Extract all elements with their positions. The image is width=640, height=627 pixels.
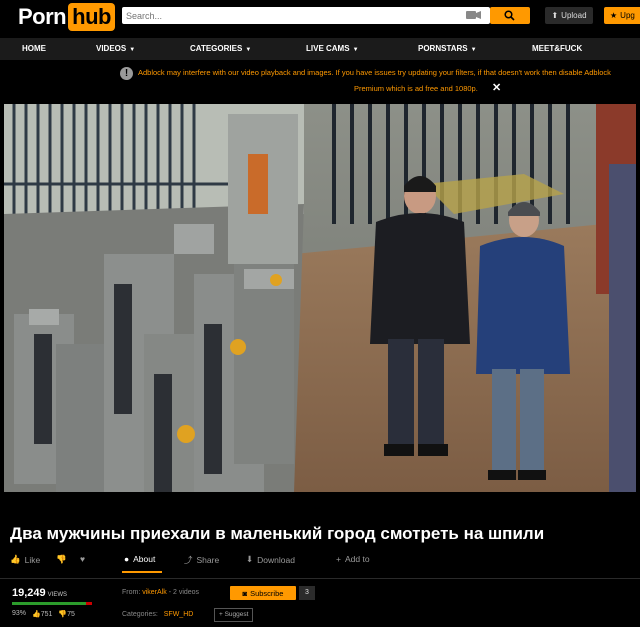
caret-down-icon: ▼ <box>470 47 477 53</box>
nav-label: VIDEOS <box>96 44 127 53</box>
video-actions-bar: 👍 Like 👎 ♥ ● About ⤴ Share ⬇ Download + … <box>0 550 640 572</box>
dislike-button[interactable]: 👎 <box>56 554 67 565</box>
dislikes-count: 75 <box>67 611 75 618</box>
nav-item-meet[interactable]: MEET&FUCK <box>532 38 582 60</box>
logo-text-hub: hub <box>68 3 115 31</box>
camera-icon[interactable] <box>466 10 482 20</box>
likes-count-wrap: 👍751 <box>32 610 52 618</box>
star-icon: ★ <box>610 11 618 20</box>
uploader-info: From: vikerAlk - 2 videos <box>122 589 199 596</box>
download-icon: ⬇ <box>246 554 254 564</box>
main-nav: HOME VIDEOS ▼ CATEGORIES ▼ LIVE CAMS ▼ PORN… <box>0 38 640 60</box>
nav-item-live-cams[interactable]: LIVE CAMS ▼ <box>306 38 359 60</box>
download-label: Download <box>257 554 295 565</box>
upgrade-button[interactable]: ★ Upg <box>604 7 640 24</box>
heart-icon: ♥ <box>80 554 86 564</box>
subscribe-button[interactable]: ◙ Subscribe <box>230 586 296 600</box>
add-to-label: Add to <box>344 554 370 564</box>
nav-item-categories[interactable]: CATEGORIES ▼ <box>190 38 251 60</box>
add-to-button[interactable]: + Add to <box>336 554 370 564</box>
share-button[interactable]: ⤴ Share <box>184 554 219 566</box>
categories-label: Categories: <box>122 611 158 618</box>
categories-row: Categories: SFW_HD <box>122 611 193 618</box>
caret-down-icon: ▼ <box>245 47 252 53</box>
thumbs-down-icon: 👎 <box>56 554 67 564</box>
nav-item-videos[interactable]: VIDEOS ▼ <box>96 38 135 60</box>
logo-text-porn: Porn <box>18 4 67 29</box>
thumbs-up-icon: 👍 <box>10 554 21 564</box>
search-input[interactable] <box>126 9 426 22</box>
rating-stats: 93% 👍751 👎75 <box>12 610 75 618</box>
nav-label: HOME <box>22 44 46 53</box>
video-player[interactable] <box>4 104 636 492</box>
tab-about[interactable]: ● About <box>124 554 155 564</box>
rating-percent: 93% <box>12 610 27 617</box>
share-icon: ⤴ <box>184 555 193 565</box>
adblock-notice: ! Adblock may interfere with our video p… <box>0 62 640 100</box>
nav-label: PORNSTARS <box>418 44 468 53</box>
subscriber-count: 3 <box>299 586 315 600</box>
info-circle-icon: ● <box>124 554 130 564</box>
uploader-link[interactable]: vikerAlk <box>142 589 167 596</box>
video-title: Два мужчины приехали в маленький город с… <box>10 524 545 543</box>
nav-label: LIVE CAMS <box>306 44 350 53</box>
like-label: Like <box>24 554 41 565</box>
likes-count: 751 <box>40 611 53 618</box>
video-frame-image <box>4 104 636 492</box>
subscribe-label: Subscribe <box>250 588 284 598</box>
search-button[interactable] <box>490 7 530 24</box>
close-icon[interactable]: ✕ <box>492 81 501 94</box>
divider <box>0 578 640 579</box>
active-tab-indicator <box>122 571 162 573</box>
like-button[interactable]: 👍 Like <box>10 554 40 565</box>
thumbs-up-icon: 👍 <box>32 611 41 618</box>
dislikes-count-wrap: 👎75 <box>58 610 75 618</box>
video-count: - 2 videos <box>168 589 200 596</box>
rating-bar-fill <box>12 602 87 605</box>
nav-item-home[interactable]: HOME <box>22 38 46 60</box>
suggest-button[interactable]: + Suggest <box>214 608 254 622</box>
thumbs-down-icon: 👎 <box>58 611 68 618</box>
from-label: From: <box>122 589 141 596</box>
nav-item-pornstars[interactable]: PORNSTARS ▼ <box>418 38 477 60</box>
views-label: VIEWS <box>47 592 67 598</box>
info-icon: ! <box>120 67 133 80</box>
caret-down-icon: ▼ <box>129 47 136 53</box>
about-label: About <box>133 554 156 564</box>
category-link[interactable]: SFW_HD <box>164 611 194 618</box>
upload-button[interactable]: ⬆ Upload <box>545 7 593 24</box>
notice-text-line1: Adblock may interfere with our video pla… <box>138 68 611 77</box>
view-count: 19,249 VIEWS <box>12 587 67 599</box>
views-number: 19,249 <box>12 587 46 599</box>
site-logo[interactable]: Porn hub <box>18 3 115 31</box>
upload-arrow-icon: ⬆ <box>551 11 559 20</box>
search-icon <box>504 10 515 21</box>
plus-icon: + <box>336 554 341 564</box>
rating-bar <box>12 602 92 605</box>
nav-label: CATEGORIES <box>190 44 243 53</box>
caret-down-icon: ▼ <box>352 47 359 53</box>
search-box <box>122 7 490 24</box>
upgrade-label: Upg <box>620 11 635 20</box>
favorite-button[interactable]: ♥ <box>80 554 85 564</box>
upload-label: Upload <box>561 11 587 20</box>
notice-text-line2: Premium which is ad free and 1080p. <box>354 84 478 93</box>
share-label: Share <box>196 555 220 565</box>
download-button[interactable]: ⬇ Download <box>246 554 295 565</box>
nav-label: MEET&FUCK <box>532 44 583 53</box>
subscribe-icon: ◙ <box>242 588 248 598</box>
site-header: Porn hub ⬆ Upload ★ Upg <box>0 0 640 36</box>
